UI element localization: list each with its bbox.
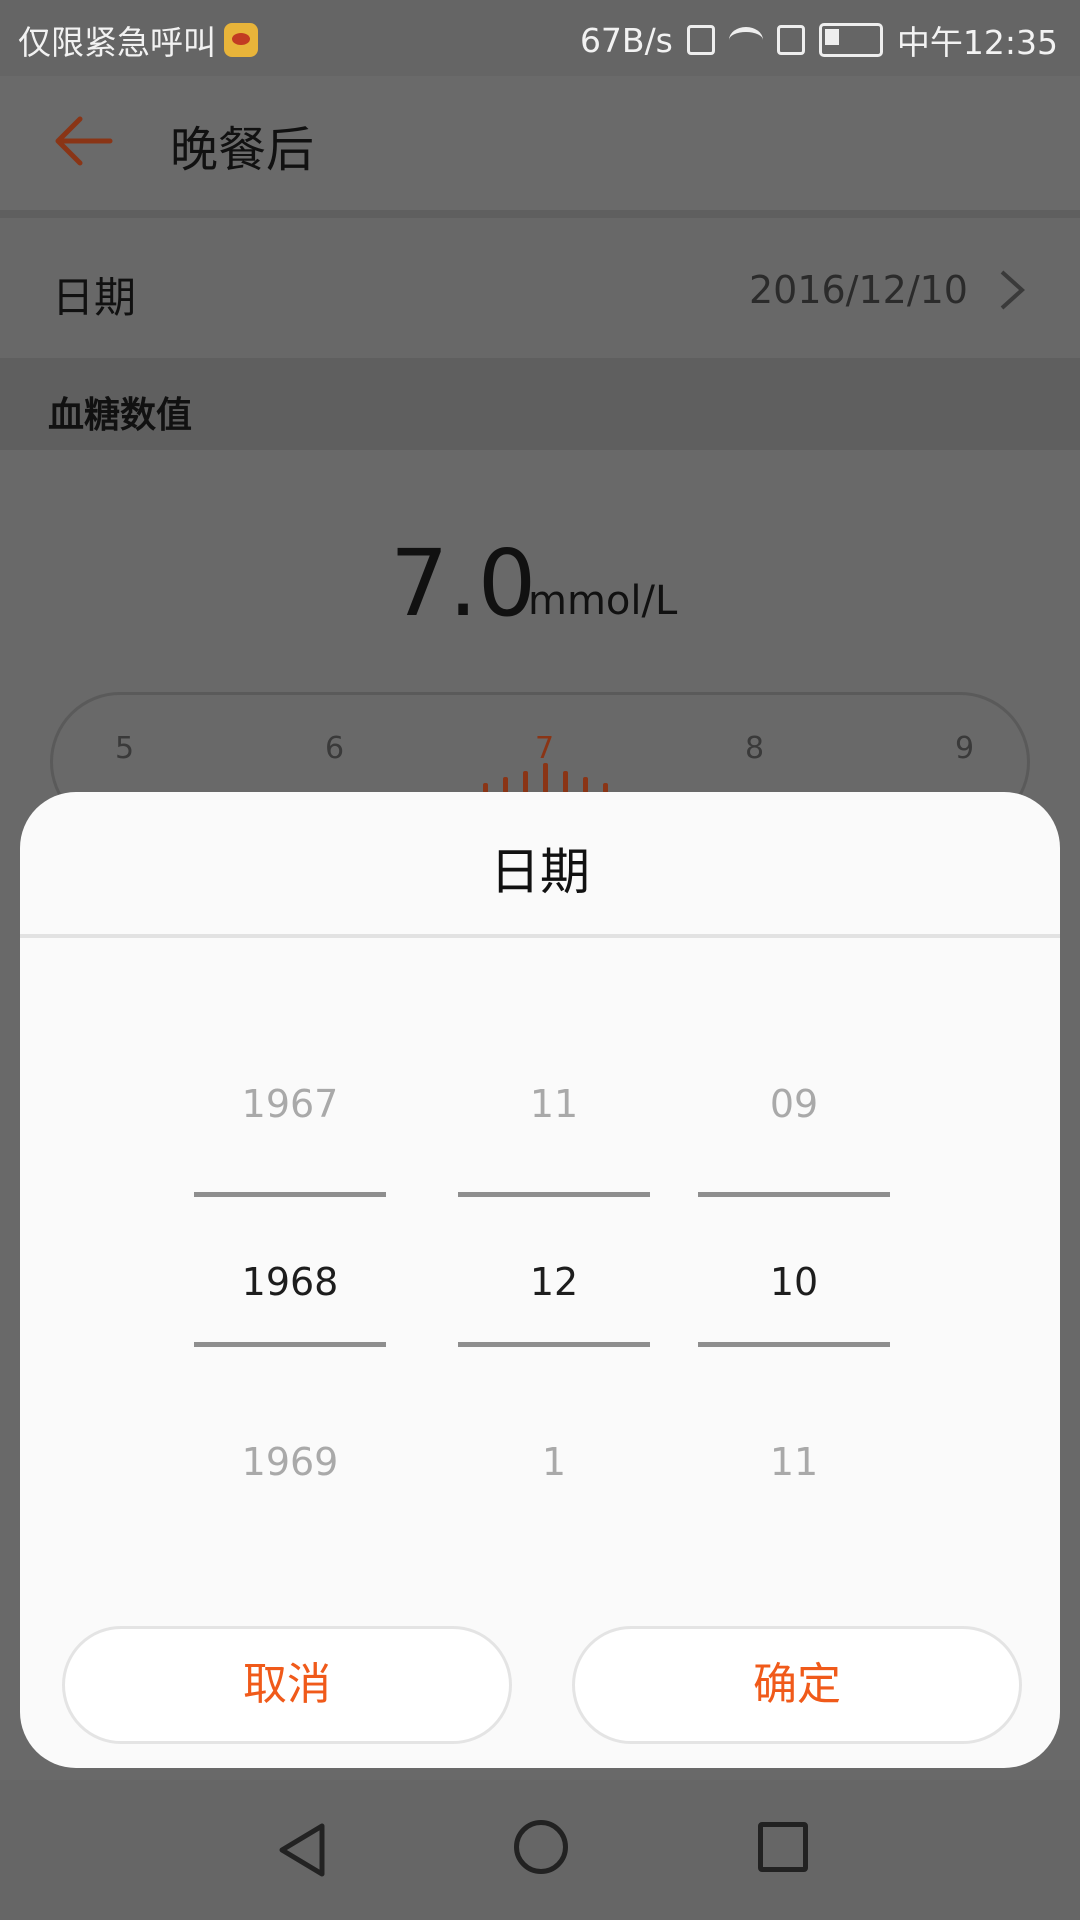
glucose-unit: mmol/L bbox=[528, 578, 678, 624]
ruler-tick bbox=[523, 771, 528, 793]
date-row[interactable]: 日期 2016/12/10 bbox=[0, 218, 1080, 358]
nav-home-icon[interactable] bbox=[514, 1820, 568, 1874]
picker-line bbox=[698, 1192, 890, 1197]
dialog-title: 日期 bbox=[490, 843, 590, 901]
ruler-tick bbox=[563, 771, 568, 793]
month-picker[interactable]: 11 12 1 bbox=[458, 1082, 650, 1512]
year-next[interactable]: 1969 bbox=[194, 1440, 386, 1484]
year-picker[interactable]: 1967 1968 1969 bbox=[194, 1082, 386, 1512]
month-next[interactable]: 1 bbox=[458, 1440, 650, 1484]
chevron-right-icon bbox=[1000, 270, 1025, 310]
day-prev[interactable]: 09 bbox=[698, 1082, 890, 1126]
nav-back-icon[interactable] bbox=[276, 1822, 328, 1878]
section-header: 血糖数值 bbox=[0, 358, 1080, 450]
carrier-text: 仅限紧急呼叫 bbox=[18, 23, 216, 62]
picker-line bbox=[698, 1342, 890, 1347]
page-title: 晚餐后 bbox=[170, 122, 315, 178]
picker-line bbox=[458, 1192, 650, 1197]
glucose-value: 7.0 bbox=[390, 530, 537, 637]
weibo-icon bbox=[224, 23, 258, 57]
glucose-value-area: 7.0 mmol/L 5 6 7 8 9 bbox=[0, 450, 1080, 832]
divider bbox=[0, 210, 1080, 218]
ruler-tick bbox=[583, 777, 588, 793]
nav-recent-apps-icon[interactable] bbox=[758, 1822, 808, 1872]
picker-line bbox=[194, 1342, 386, 1347]
ruler-label-selected: 7 bbox=[535, 731, 555, 766]
section-title: 血糖数值 bbox=[48, 395, 193, 436]
app-bar: 晚餐后 bbox=[0, 76, 1080, 210]
back-arrow-icon[interactable] bbox=[48, 106, 118, 176]
ruler-label: 9 bbox=[955, 731, 975, 766]
date-value: 2016/12/10 bbox=[748, 268, 968, 312]
ruler-label: 8 bbox=[745, 731, 765, 766]
dialog-divider bbox=[20, 934, 1060, 938]
clock: 中午12:35 bbox=[896, 23, 1058, 62]
picker-line bbox=[458, 1342, 650, 1347]
vibrate-icon bbox=[686, 25, 715, 55]
ruler-tick-selected bbox=[543, 763, 548, 793]
month-prev[interactable]: 11 bbox=[458, 1082, 650, 1126]
battery-icon bbox=[818, 23, 883, 57]
network-speed: 67B/s bbox=[579, 20, 673, 60]
year-prev[interactable]: 1967 bbox=[194, 1082, 386, 1126]
day-next[interactable]: 11 bbox=[698, 1440, 890, 1484]
ruler-tick bbox=[503, 777, 508, 793]
navigation-bar bbox=[0, 1780, 1080, 1920]
wifi-icon bbox=[728, 27, 763, 53]
month-selected[interactable]: 12 bbox=[458, 1260, 650, 1304]
confirm-button[interactable]: 确定 bbox=[572, 1626, 1022, 1744]
day-picker[interactable]: 09 10 11 bbox=[698, 1082, 890, 1512]
date-label: 日期 bbox=[52, 273, 137, 322]
alert-icon bbox=[776, 25, 805, 55]
ruler-label: 6 bbox=[325, 731, 345, 766]
status-bar: 仅限紧急呼叫 67B/s 中午12:35 bbox=[0, 0, 1080, 76]
date-picker-dialog: 日期 1967 1968 1969 11 12 1 09 10 11 取消 确定 bbox=[20, 792, 1060, 1768]
picker-line bbox=[194, 1192, 386, 1197]
ruler-label: 5 bbox=[115, 731, 135, 766]
year-selected[interactable]: 1968 bbox=[194, 1260, 386, 1304]
day-selected[interactable]: 10 bbox=[698, 1260, 890, 1304]
cancel-button[interactable]: 取消 bbox=[62, 1626, 512, 1744]
